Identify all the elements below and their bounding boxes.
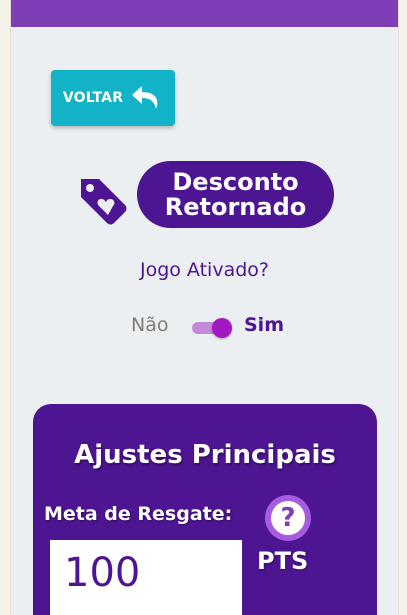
game-active-question: Jogo Ativado? [139, 259, 269, 281]
points-unit-label: PTS [257, 547, 309, 575]
game-active-toggle[interactable] [192, 318, 232, 338]
redeem-goal-input[interactable] [50, 540, 242, 615]
page-title: Desconto Retornado [137, 161, 334, 228]
game-toggle-row: Não Sim [11, 314, 398, 342]
toggle-knob [212, 318, 232, 338]
main-settings-panel: Ajustes Principais Meta de Resgate: ? PT… [33, 404, 377, 615]
page-title-line1: Desconto [172, 167, 299, 196]
back-button[interactable]: VOLTAR [51, 70, 175, 126]
toggle-on-label: Sim [244, 314, 284, 336]
page-title-line2: Retornado [164, 192, 307, 221]
top-bar [11, 0, 398, 27]
question-icon[interactable]: ? [265, 495, 311, 541]
toggle-off-label: Não [131, 314, 169, 336]
tag-heart-icon [81, 179, 127, 225]
redeem-goal-label: Meta de Resgate: [44, 503, 233, 525]
undo-arrow-icon [132, 86, 158, 109]
panel-title: Ajustes Principais [74, 440, 336, 470]
app-page: VOLTAR Desconto Retornado Jogo Ativado? … [10, 0, 399, 615]
back-button-label: VOLTAR [62, 90, 124, 106]
